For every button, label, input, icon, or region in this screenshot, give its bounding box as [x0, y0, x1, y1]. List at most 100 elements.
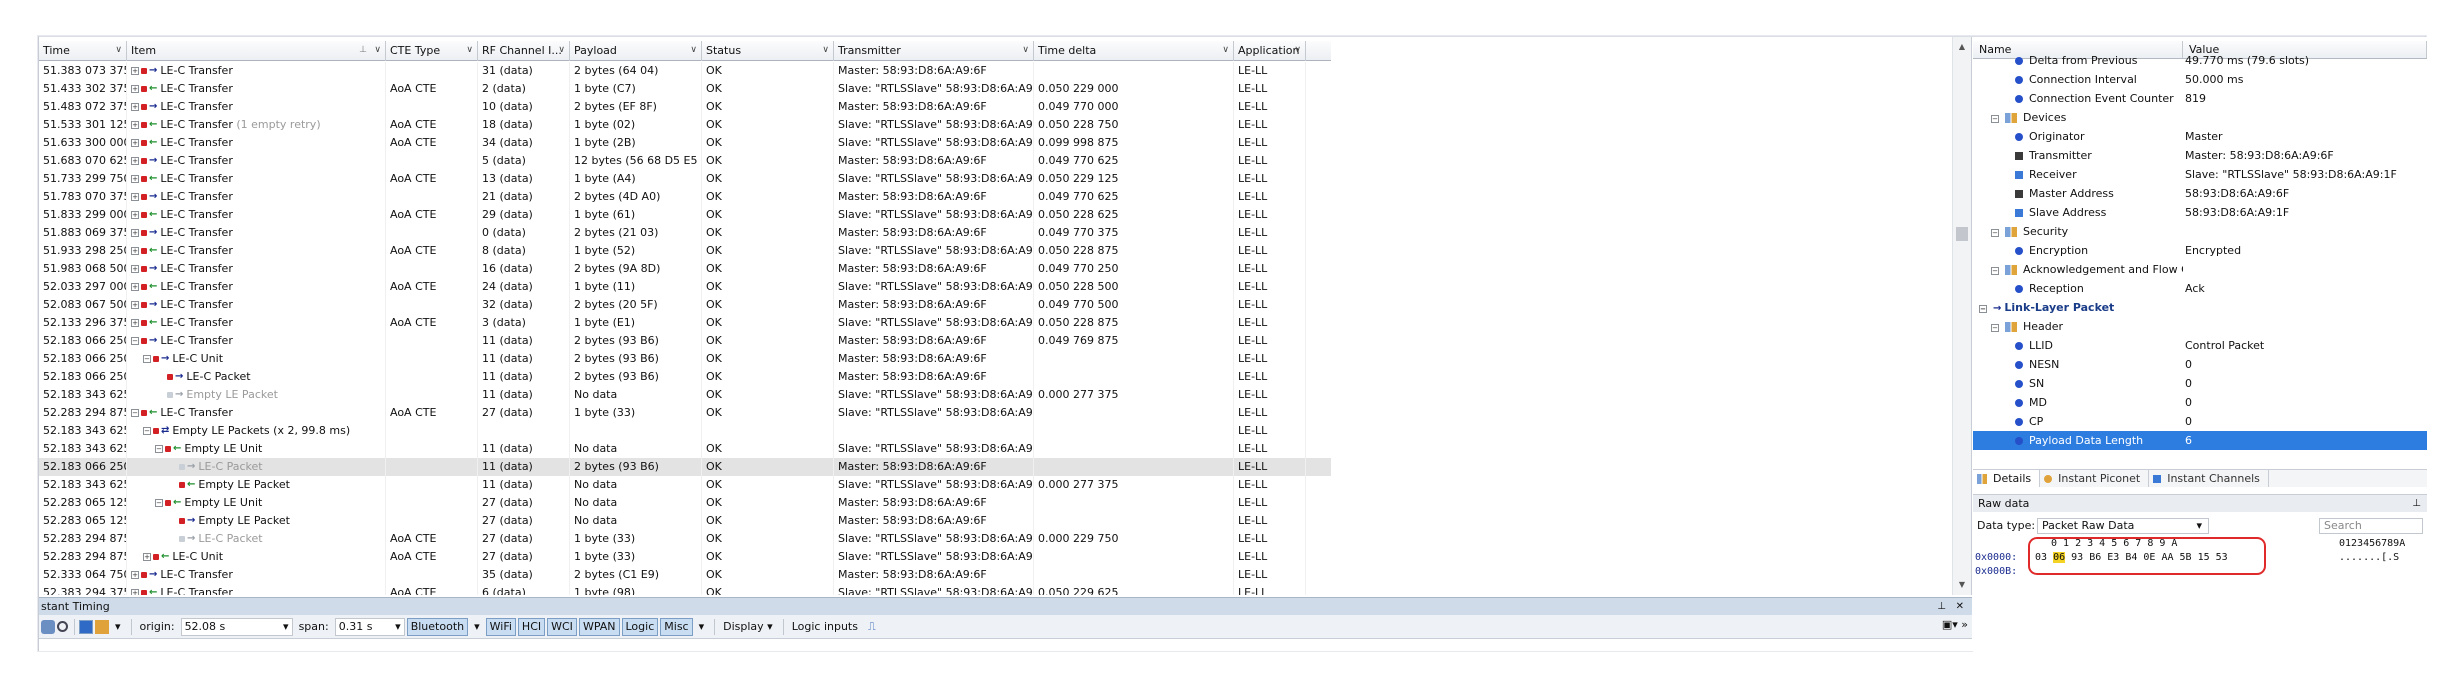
- collapse-icon[interactable]: −: [1991, 229, 1999, 237]
- collapse-icon[interactable]: −: [155, 499, 163, 507]
- bluetooth-button[interactable]: Bluetooth: [406, 617, 469, 636]
- filter-dropdown-icon[interactable]: ∨: [115, 41, 122, 60]
- table-row[interactable]: 52.083 067 500 + → LE-C Transfer 32 (data) 2 …: [39, 296, 1331, 314]
- filter-dropdown-icon[interactable]: ∨: [1222, 41, 1229, 60]
- table-row[interactable]: 51.733 299 750 + ← LE-C Transfer AoA CTE 13 (…: [39, 170, 1331, 188]
- collapse-icon[interactable]: −: [1991, 115, 1999, 123]
- column-header[interactable]: Time delta ∨: [1034, 41, 1234, 61]
- filter-dropdown-icon[interactable]: ∨: [466, 41, 473, 60]
- details-row[interactable]: Payload Data Length 6: [1973, 431, 2427, 450]
- table-row[interactable]: 51.883 069 375 + → LE-C Transfer 0 (data) 2 b…: [39, 224, 1331, 242]
- expand-icon[interactable]: +: [131, 103, 139, 111]
- scroll-down-icon[interactable]: ▼: [1953, 577, 1971, 593]
- table-row[interactable]: 51.433 302 375 + ← LE-C Transfer AoA CTE 2 (d…: [39, 80, 1331, 98]
- expand-icon[interactable]: +: [143, 553, 151, 561]
- vertical-scrollbar[interactable]: ▲ ▼: [1952, 37, 1971, 595]
- pin-icon[interactable]: ⊥: [359, 41, 367, 60]
- expand-icon[interactable]: +: [131, 175, 139, 183]
- table-row[interactable]: 51.683 070 625 + → LE-C Transfer 5 (data) 12 …: [39, 152, 1331, 170]
- expand-icon[interactable]: +: [131, 247, 139, 255]
- wifi-button[interactable]: WiFi: [485, 617, 516, 636]
- table-row[interactable]: 52.283 294 875 + ← LE-C Unit AoA CTE 27 (data…: [39, 548, 1331, 566]
- wci-button[interactable]: WCI: [547, 617, 577, 636]
- table-row[interactable]: 52.283 294 875 → LE-C Packet AoA CTE 27 (dat…: [39, 530, 1331, 548]
- details-row[interactable]: Delta from Previous 49.770 ms (79.6 slots…: [1973, 51, 2427, 70]
- expand-icon[interactable]: +: [131, 571, 139, 579]
- details-row[interactable]: CP 0: [1973, 412, 2427, 431]
- details-row[interactable]: Transmitter Master: 58:93:D8:6A:A9:6F: [1973, 146, 2427, 165]
- expand-icon[interactable]: +: [131, 589, 139, 595]
- collapse-icon[interactable]: −: [131, 337, 139, 345]
- table-row[interactable]: 52.133 296 375 + ← LE-C Transfer AoA CTE 3 (d…: [39, 314, 1331, 332]
- table-row[interactable]: 51.983 068 500 + → LE-C Transfer 16 (data) 2 …: [39, 260, 1331, 278]
- table-row[interactable]: 52.183 066 250− → LE-C Transfer 11 (data) 2 …: [39, 332, 1331, 350]
- origin-input[interactable]: 52.08 s ▾: [180, 617, 293, 636]
- bluetooth-dropdown[interactable]: ▾: [470, 618, 484, 636]
- pin-icon[interactable]: ⊥: [2412, 495, 2421, 512]
- marker-icon[interactable]: [95, 619, 109, 634]
- details-row[interactable]: Slave Address 58:93:D8:6A:A9:1F: [1973, 203, 2427, 222]
- span-input[interactable]: 0.31 s ▾: [334, 617, 405, 636]
- filter-dropdown-icon[interactable]: ∨: [822, 41, 829, 60]
- column-header[interactable]: CTE Type ∨: [386, 41, 478, 61]
- table-row[interactable]: 52.183 343 625 − ⇄ Empty LE Packets (x 2, 9…: [39, 422, 1331, 440]
- expand-icon[interactable]: +: [131, 121, 139, 129]
- tab-details[interactable]: Details: [1973, 470, 2041, 487]
- details-row[interactable]: MD 0: [1973, 393, 2427, 412]
- table-row[interactable]: 51.383 073 375 + → LE-C Transfer 31 (data) 2 …: [39, 62, 1331, 80]
- expand-icon[interactable]: +: [131, 67, 139, 75]
- details-row[interactable]: SN 0: [1973, 374, 2427, 393]
- expand-icon[interactable]: +: [131, 319, 139, 327]
- collapse-icon[interactable]: −: [1991, 324, 1999, 332]
- logic-waveform-icon[interactable]: ⎍: [864, 618, 880, 636]
- hex-view[interactable]: 0 1 2 3 4 5 6 7 8 9 A 0123456789A 0x0000…: [1973, 537, 2427, 617]
- details-row[interactable]: Reception Ack: [1973, 279, 2427, 298]
- details-row[interactable]: − → Link-Layer Packet: [1973, 298, 2427, 317]
- expand-icon[interactable]: +: [131, 229, 139, 237]
- table-row[interactable]: 52.033 297 000 + ← LE-C Transfer AoA CTE 24 (…: [39, 278, 1331, 296]
- table-row[interactable]: 52.183 066 250 → LE-C Packet 11 (data) 2 byt…: [39, 458, 1331, 476]
- misc-button[interactable]: Misc: [660, 617, 693, 636]
- column-header[interactable]: Time ∨: [39, 41, 127, 61]
- filter-dropdown-icon[interactable]: ∨: [558, 41, 565, 60]
- details-row[interactable]: Connection Interval 50.000 ms: [1973, 70, 2427, 89]
- details-row[interactable]: NESN 0: [1973, 355, 2427, 374]
- scroll-up-icon[interactable]: ▲: [1953, 39, 1971, 55]
- expand-icon[interactable]: +: [131, 283, 139, 291]
- details-row[interactable]: − Acknowledgement and Flow C...: [1973, 260, 2427, 279]
- tab-instant-channels[interactable]: Instant Channels: [2149, 470, 2269, 487]
- table-row[interactable]: 52.333 064 750 + → LE-C Transfer 35 (data) 2 …: [39, 566, 1331, 584]
- table-row[interactable]: 52.183 066 250 → LE-C Packet 11 (data) 2 byt…: [39, 368, 1331, 386]
- table-row[interactable]: 52.183 343 625 → Empty LE Packet 11 (data) N…: [39, 386, 1331, 404]
- filter-dropdown-icon[interactable]: ∨: [690, 41, 697, 60]
- wpan-button[interactable]: WPAN: [578, 617, 620, 636]
- collapse-icon[interactable]: −: [131, 409, 139, 417]
- details-row[interactable]: − Header: [1973, 317, 2427, 336]
- table-row[interactable]: 51.783 070 375 + → LE-C Transfer 21 (data) 2 …: [39, 188, 1331, 206]
- column-header[interactable]: Status ∨: [702, 41, 834, 61]
- details-row[interactable]: Master Address 58:93:D8:6A:A9:6F: [1973, 184, 2427, 203]
- details-row[interactable]: Connection Event Counter 819: [1973, 89, 2427, 108]
- collapse-icon[interactable]: −: [143, 355, 151, 363]
- table-row[interactable]: 52.183 343 625 ← Empty LE Packet 11 (data) N…: [39, 476, 1331, 494]
- search-input[interactable]: Search: [2319, 518, 2423, 534]
- marker-dropdown[interactable]: ▾: [111, 618, 125, 636]
- expand-icon[interactable]: +: [131, 157, 139, 165]
- column-header[interactable]: Payload ∨: [570, 41, 702, 61]
- expand-icon[interactable]: +: [131, 211, 139, 219]
- table-row[interactable]: 52.283 065 125 − ← Empty LE Unit 27 (data) No…: [39, 494, 1331, 512]
- table-row[interactable]: 51.533 301 125 + ← LE-C Transfer (1 empty r…: [39, 116, 1331, 134]
- expand-icon[interactable]: +: [131, 301, 139, 309]
- logic-button[interactable]: Logic: [621, 617, 659, 636]
- filter-dropdown-icon[interactable]: ∨: [1022, 41, 1029, 60]
- zoom-icon[interactable]: [57, 621, 68, 632]
- collapse-icon[interactable]: −: [155, 445, 163, 453]
- toolbar-options-icon[interactable]: ▣▾ »: [1942, 618, 1968, 631]
- details-row[interactable]: LLID Control Packet: [1973, 336, 2427, 355]
- collapse-icon[interactable]: −: [1991, 267, 1999, 275]
- details-row[interactable]: − Security: [1973, 222, 2427, 241]
- tab-instant-piconet[interactable]: Instant Piconet: [2040, 470, 2150, 487]
- column-header[interactable]: Item ⊥ ∨: [127, 41, 386, 61]
- details-row[interactable]: Receiver Slave: "RTLSSlave" 58:93:D8:6A:A…: [1973, 165, 2427, 184]
- table-row[interactable]: 52.283 294 875− ← LE-C Transfer AoA CTE 27 (…: [39, 404, 1331, 422]
